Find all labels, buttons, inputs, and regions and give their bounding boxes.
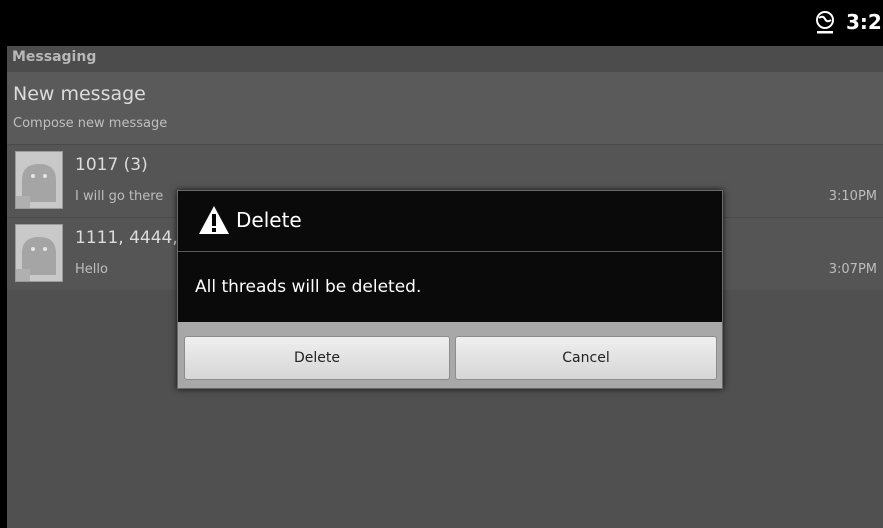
screen: 3:27 Messaging New message Compose new m… bbox=[0, 0, 883, 528]
status-time: 3:27 bbox=[846, 10, 883, 34]
warning-icon bbox=[199, 206, 229, 234]
delete-dialog: Delete All threads will be deleted. Dele… bbox=[177, 190, 723, 389]
android-avatar-icon bbox=[15, 224, 63, 282]
thread-time: 3:10PM bbox=[828, 189, 877, 204]
delete-button[interactable]: Delete bbox=[184, 336, 450, 380]
dialog-button-bar: Delete Cancel bbox=[178, 322, 722, 388]
wifi-globe-icon bbox=[816, 11, 834, 34]
status-bar: 3:27 bbox=[0, 0, 883, 46]
thread-time: 3:07PM bbox=[828, 262, 877, 277]
app-title-bar: Messaging bbox=[7, 46, 883, 72]
thread-snippet: I will go there bbox=[75, 189, 164, 204]
thread-name: 1017 (3) bbox=[75, 155, 148, 175]
new-message-item[interactable]: New message Compose new message bbox=[7, 72, 883, 144]
dialog-title: Delete bbox=[236, 208, 302, 232]
thread-snippet: Hello bbox=[75, 262, 108, 277]
new-message-title: New message bbox=[13, 83, 146, 105]
android-avatar-icon bbox=[15, 151, 63, 209]
cancel-button[interactable]: Cancel bbox=[455, 336, 717, 380]
app-title: Messaging bbox=[12, 49, 97, 65]
new-message-subtitle: Compose new message bbox=[13, 116, 168, 131]
dialog-message: All threads will be deleted. bbox=[195, 277, 422, 297]
dialog-header: Delete bbox=[178, 191, 722, 252]
